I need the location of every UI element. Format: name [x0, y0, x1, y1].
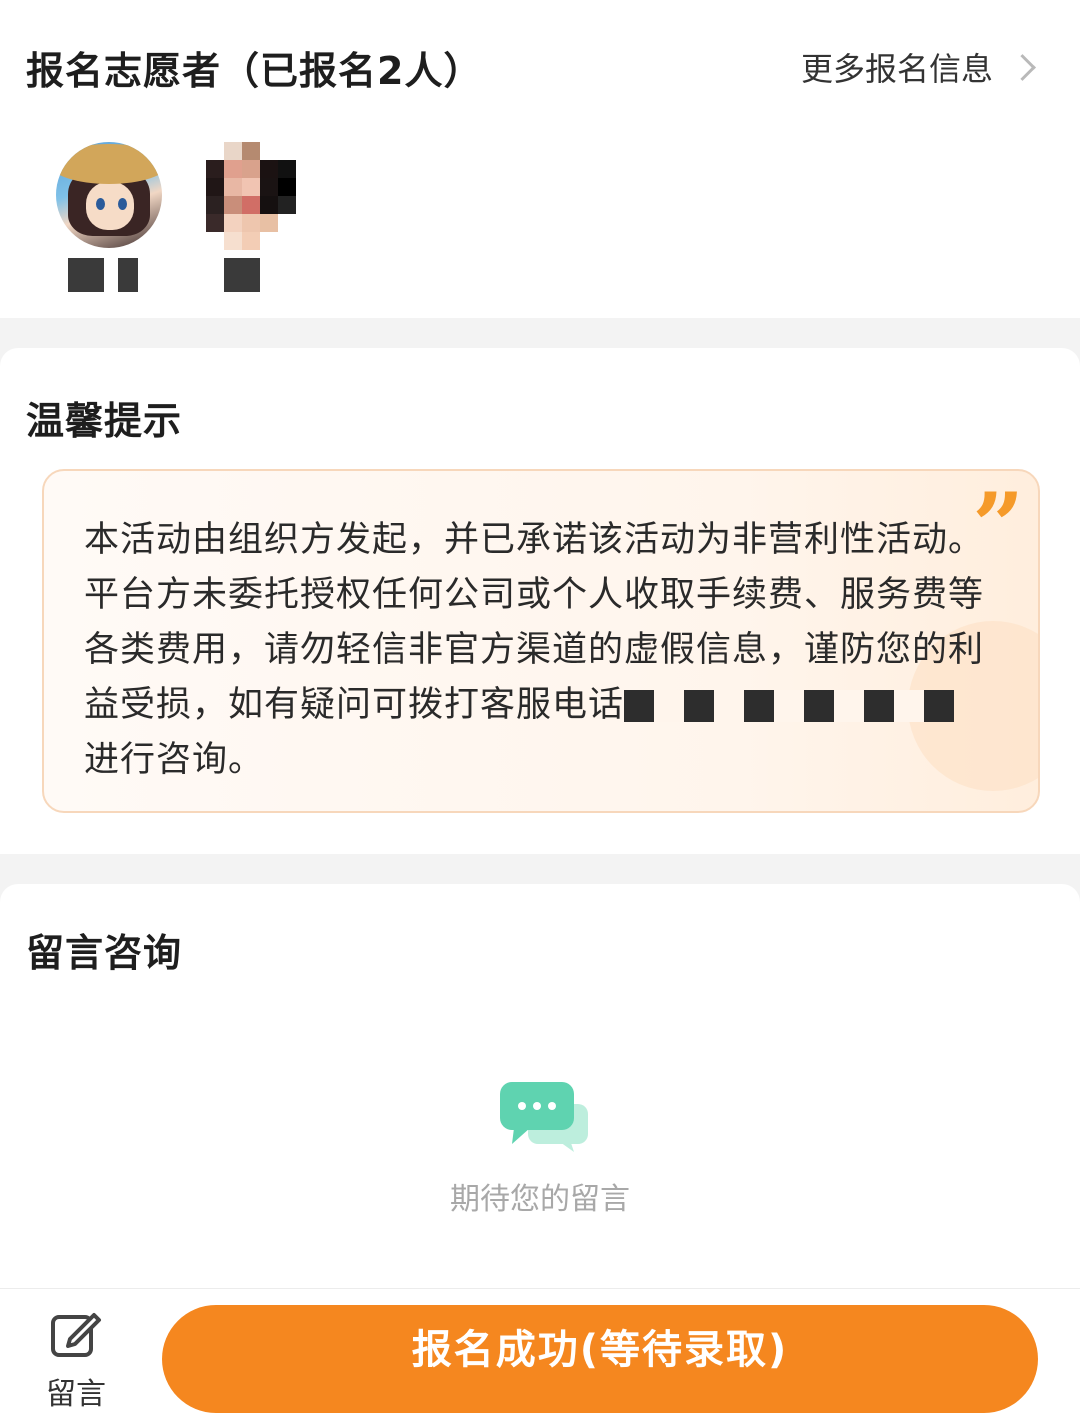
signup-status-button[interactable]: 报名成功(等待录取) [162, 1305, 1038, 1413]
leave-message-label: 留言 [46, 1377, 106, 1412]
edit-icon [51, 1313, 101, 1357]
tips-box: ” 本活动由组织方发起，并已承诺该活动为非营利性活动。平台方未委托授权任何公司或… [42, 469, 1040, 813]
tips-text-tail: 进行咨询。 [84, 740, 265, 780]
more-signup-info-link[interactable]: 更多报名信息 [801, 44, 1040, 90]
avatar [56, 142, 162, 248]
volunteer-item[interactable] [206, 142, 316, 250]
volunteer-item[interactable] [56, 142, 166, 248]
tips-title: 温馨提示 [26, 399, 183, 443]
chevron-right-icon [1009, 53, 1036, 81]
leave-message-button[interactable]: 留言 [40, 1309, 112, 1413]
chat-bubble-icon [500, 1082, 588, 1152]
volunteers-section: 报名志愿者（已报名2人） 更多报名信息 [0, 0, 1080, 318]
volunteer-name-redacted [224, 258, 260, 292]
volunteers-title: 报名志愿者（已报名2人） [26, 49, 483, 93]
volunteer-name-redacted [118, 258, 138, 292]
volunteer-name-redacted [68, 258, 104, 292]
avatar [206, 142, 316, 250]
phone-number-redacted [624, 690, 955, 722]
empty-message-text: 期待您的留言 [450, 1182, 630, 1217]
more-signup-info-label: 更多报名信息 [800, 50, 993, 88]
messages-title: 留言咨询 [26, 931, 183, 975]
bottom-action-bar: 留言 报名成功(等待录取) [0, 1288, 1080, 1427]
tips-text: 本活动由组织方发起，并已承诺该活动为非营利性活动。平台方未委托授权任何公司或个人… [84, 513, 984, 788]
